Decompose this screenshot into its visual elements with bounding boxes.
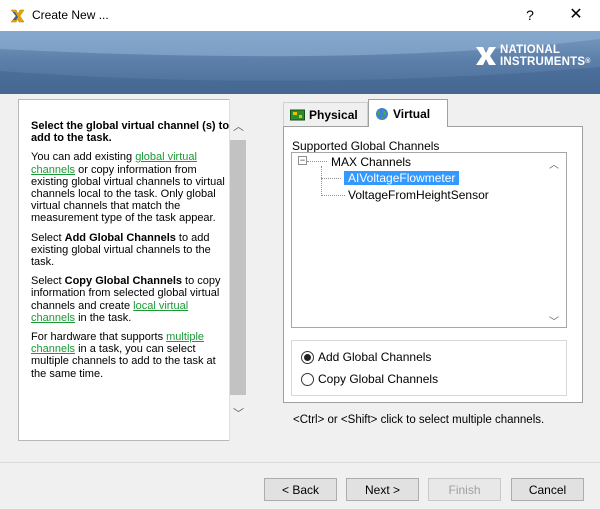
tree-connector xyxy=(321,178,341,179)
add-global-channels-option[interactable]: Add Global Channels xyxy=(301,350,431,364)
multi-select-hint: <Ctrl> or <Shift> click to select multip… xyxy=(293,414,545,426)
tab-physical-label: Physical xyxy=(309,107,358,122)
cancel-button[interactable]: Cancel xyxy=(511,478,584,501)
copy-global-channels-option[interactable]: Copy Global Channels xyxy=(301,372,438,386)
tree-item-voltagefromheightsensor[interactable]: VoltageFromHeightSensor xyxy=(348,188,489,202)
help-button[interactable]: ? xyxy=(520,4,540,26)
next-button[interactable]: Next > xyxy=(346,478,419,501)
scroll-down-icon[interactable]: ﹀ xyxy=(229,405,248,423)
help-scroll-thumb[interactable] xyxy=(230,140,246,395)
tree-scroll-up-icon[interactable]: ︿ xyxy=(549,156,559,171)
tree-connector xyxy=(321,195,345,196)
channel-mode-group xyxy=(291,340,567,396)
title-bar: Create New ... ? ✕ xyxy=(0,0,600,31)
tree-scroll-down-icon[interactable]: ﹀ xyxy=(549,313,559,328)
radio-unselected-icon[interactable] xyxy=(301,372,314,386)
ni-brand-text: NATIONAL INSTRUMENTS® xyxy=(500,44,591,68)
collapse-icon[interactable]: − xyxy=(298,156,307,165)
app-icon xyxy=(10,9,25,23)
footer-divider xyxy=(0,462,600,463)
finish-button[interactable]: Finish xyxy=(428,478,501,501)
tree-item-aivoltageflowmeter[interactable]: AIVoltageFlowmeter xyxy=(344,171,460,185)
tree-root-max-channels[interactable]: MAX Channels xyxy=(331,155,411,169)
virtual-globe-icon xyxy=(376,107,388,120)
physical-board-icon xyxy=(290,109,305,120)
help-panel: Select the global virtual channel (s) to… xyxy=(18,99,248,441)
tab-virtual[interactable]: Virtual xyxy=(368,99,448,127)
scroll-up-icon[interactable]: ︿ xyxy=(229,118,248,136)
close-button[interactable]: ✕ xyxy=(566,4,586,26)
add-global-channels-label: Add Global Channels xyxy=(318,350,432,364)
tab-physical[interactable]: Physical xyxy=(283,102,368,126)
supported-channels-label: Supported Global Channels xyxy=(292,139,440,153)
header-banner: NATIONAL INSTRUMENTS® xyxy=(0,31,600,94)
ni-eagle-logo xyxy=(476,47,496,65)
help-text: Select the global virtual channel (s) to… xyxy=(31,120,230,380)
tree-connector xyxy=(307,161,327,162)
copy-global-channels-label: Copy Global Channels xyxy=(318,372,439,386)
tab-virtual-label: Virtual xyxy=(393,106,431,121)
window-title: Create New ... xyxy=(32,8,109,22)
back-button[interactable]: < Back xyxy=(264,478,337,501)
radio-selected-icon[interactable] xyxy=(301,350,314,364)
help-heading: Select the global virtual channel (s) to… xyxy=(31,120,230,145)
tree-connector xyxy=(321,166,322,196)
